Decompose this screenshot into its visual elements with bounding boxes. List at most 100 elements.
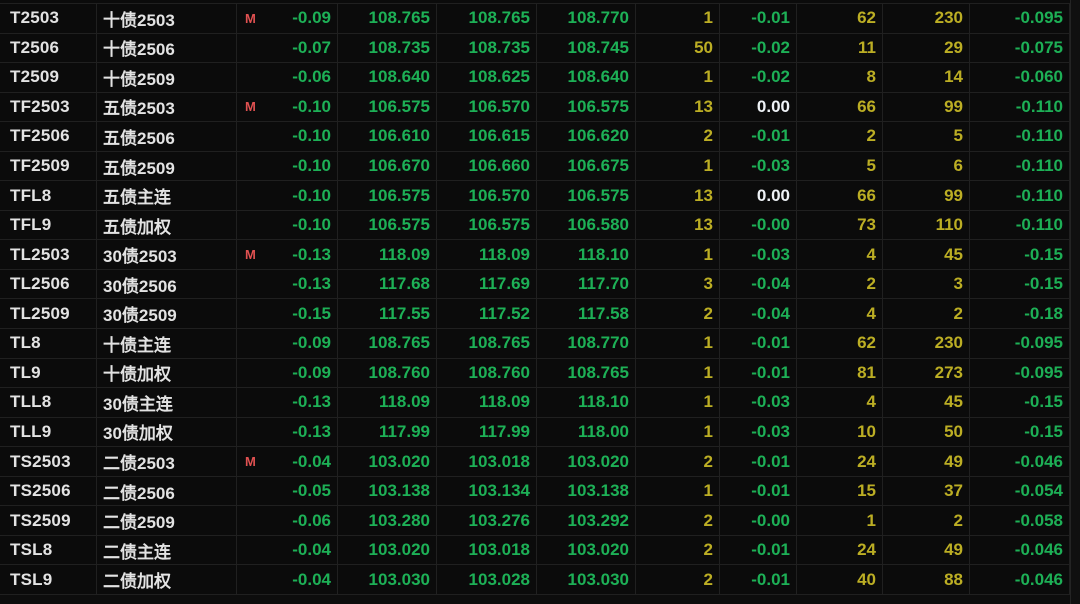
cell-count-2: 230 xyxy=(883,4,970,33)
cell-count-2: 6 xyxy=(883,151,970,181)
change-value: -0.06 xyxy=(292,510,331,530)
cell-count-1: 5 xyxy=(797,151,883,181)
cell-change: -0.07 xyxy=(237,33,338,63)
table-row[interactable]: T2503 十债2503 M -0.09 108.765 108.765 108.770 1-… xyxy=(0,4,1070,34)
cell-count-2: 37 xyxy=(883,476,970,506)
cell-price-3: 103.020 xyxy=(537,535,636,565)
table-row[interactable]: TF2509 五债2509 -0.10 106.670 106.660 106.675 1-… xyxy=(0,151,1070,182)
table-row[interactable]: TS2506 二债2506 -0.05 103.138 103.134 103.138 1-… xyxy=(0,476,1070,507)
table-row[interactable]: TF2503 五债2503 M -0.10 106.575 106.570 106.575 1… xyxy=(0,92,1070,123)
cell-price-3: 118.00 xyxy=(537,417,636,447)
cell-price-1: 117.99 xyxy=(338,417,437,447)
table-row[interactable]: TLL9 30债加权 -0.13 117.99 117.99 118.00 1 -0.03 10… xyxy=(0,417,1070,448)
table-row[interactable]: TFL9 五债加权 -0.10 106.575 106.575 106.580 13 -0.0… xyxy=(0,210,1070,241)
cell-contract-name: 五债主连 xyxy=(97,181,237,210)
change-value: -0.09 xyxy=(292,362,331,382)
cell-contract-code: TF2503 xyxy=(0,92,97,122)
cell-price-2: 103.134 xyxy=(437,476,537,506)
cell-volume: 2 xyxy=(636,447,720,476)
cell-contract-name: 十债加权 xyxy=(97,358,237,388)
cell-price-1: 108.640 xyxy=(338,63,437,92)
cell-change: -0.04 xyxy=(237,565,338,594)
cell-price-3: 108.745 xyxy=(537,33,636,63)
cell-change-3: -0.058 xyxy=(970,506,1070,535)
cell-price-3: 118.10 xyxy=(537,388,636,417)
cell-contract-code: T2503 xyxy=(0,4,97,33)
cell-count-2: 99 xyxy=(883,92,970,122)
cell-price-1: 108.735 xyxy=(338,33,437,63)
cell-change-2: 0.00 xyxy=(720,181,797,210)
cell-count-1: 4 xyxy=(797,299,883,329)
cell-count-1: 62 xyxy=(797,329,883,358)
table-row[interactable]: TF2506 五债2506 -0.10 106.610 106.615 106.620 2-… xyxy=(0,122,1070,152)
cell-count-2: 5 xyxy=(883,122,970,151)
cell-count-1: 11 xyxy=(797,33,883,63)
cell-volume: 1 xyxy=(636,240,720,269)
cell-contract-name: 30债2506 xyxy=(97,269,237,299)
cell-price-2: 108.765 xyxy=(437,4,537,33)
cell-price-2: 117.52 xyxy=(437,299,537,329)
cell-count-1: 2 xyxy=(797,269,883,299)
cell-change-2: -0.01 xyxy=(720,447,797,476)
table-row[interactable]: T2509 十债2509 -0.06 108.640 108.625 108.640 1 -0… xyxy=(0,63,1070,93)
cell-change-3: -0.095 xyxy=(970,4,1070,33)
cell-contract-code: TF2509 xyxy=(0,151,97,181)
cell-volume: 2 xyxy=(636,506,720,535)
cell-contract-code: TFL8 xyxy=(0,181,97,210)
cell-contract-code: TLL9 xyxy=(0,417,97,447)
m-marker-icon: M xyxy=(245,10,256,26)
table-row[interactable]: TL9 十债加权 -0.09 108.760 108.760 108.765 1 -0.01 8… xyxy=(0,358,1070,389)
table-row[interactable]: TL2509 30债2509 -0.15 117.55 117.52 117.58 2 -0.… xyxy=(0,299,1070,330)
cell-change-3: -0.054 xyxy=(970,476,1070,506)
cell-price-2: 106.615 xyxy=(437,122,537,151)
cell-change: M -0.04 xyxy=(237,447,338,476)
cell-price-2: 106.660 xyxy=(437,151,537,181)
table-row[interactable]: TS2503 二债2503 M -0.04 103.020 103.018 103.020 2… xyxy=(0,447,1070,477)
cell-change: -0.09 xyxy=(237,358,338,388)
cell-contract-code: TL2506 xyxy=(0,269,97,299)
cell-price-2: 106.575 xyxy=(437,210,537,240)
cell-contract-name: 十债2503 xyxy=(97,4,237,33)
cell-change-3: -0.18 xyxy=(970,299,1070,329)
cell-price-3: 106.575 xyxy=(537,181,636,210)
cell-contract-name: 五债2506 xyxy=(97,122,237,151)
cell-price-1: 106.575 xyxy=(338,181,437,210)
change-value: -0.10 xyxy=(292,156,331,176)
cell-count-2: 14 xyxy=(883,63,970,92)
cell-volume: 13 xyxy=(636,181,720,210)
cell-count-2: 49 xyxy=(883,447,970,476)
table-row[interactable]: TFL8 五债主连 -0.10 106.575 106.570 106.575 13 0.00… xyxy=(0,181,1070,211)
table-row[interactable]: TL8 十债主连 -0.09 108.765 108.765 108.770 1 -0.01 6… xyxy=(0,329,1070,359)
cell-price-1: 106.575 xyxy=(338,92,437,122)
cell-count-2: 45 xyxy=(883,240,970,269)
cell-change: -0.04 xyxy=(237,535,338,565)
cell-price-2: 106.570 xyxy=(437,181,537,210)
vertical-scrollbar[interactable] xyxy=(1070,0,1080,604)
cell-contract-name: 30债2509 xyxy=(97,299,237,329)
m-marker-icon: M xyxy=(245,247,256,263)
cell-change: M -0.09 xyxy=(237,4,338,33)
cell-contract-name: 二债2506 xyxy=(97,476,237,506)
cell-contract-name: 五债2509 xyxy=(97,151,237,181)
change-value: -0.04 xyxy=(292,451,331,471)
cell-price-1: 103.030 xyxy=(338,565,437,594)
cell-contract-code: TLL8 xyxy=(0,388,97,417)
cell-count-1: 40 xyxy=(797,565,883,594)
cell-volume: 2 xyxy=(636,299,720,329)
cell-price-2: 106.570 xyxy=(437,92,537,122)
table-row[interactable]: TSL9 二债加权 -0.04 103.030 103.028 103.030 2 -0.01… xyxy=(0,565,1070,595)
cell-change-2: -0.00 xyxy=(720,506,797,535)
change-value: -0.10 xyxy=(292,96,331,116)
table-row[interactable]: TS2509 二债2509 -0.06 103.280 103.276 103.292 2-… xyxy=(0,506,1070,536)
table-row[interactable]: T2506 十债2506 -0.07 108.735 108.735 108.745 50-… xyxy=(0,33,1070,64)
change-value: -0.13 xyxy=(292,244,331,264)
table-row[interactable]: TSL8 二债主连 -0.04 103.020 103.018 103.020 2 -0.01… xyxy=(0,535,1070,566)
cell-change: -0.05 xyxy=(237,476,338,506)
change-value: -0.04 xyxy=(292,540,331,560)
cell-change-2: -0.03 xyxy=(720,151,797,181)
cell-price-1: 108.765 xyxy=(338,4,437,33)
quote-table-body: T2503 十债2503 M -0.09 108.765 108.765 108.770 1-… xyxy=(0,4,1070,595)
table-row[interactable]: TL2503 30债2503 M -0.13 118.09 118.09 118.10 1 -0… xyxy=(0,240,1070,270)
table-row[interactable]: TLL8 30债主连 -0.13 118.09 118.09 118.10 1 -0.03 4 4… xyxy=(0,388,1070,418)
table-row[interactable]: TL2506 30债2506 -0.13 117.68 117.69 117.70 3 -0.… xyxy=(0,269,1070,300)
